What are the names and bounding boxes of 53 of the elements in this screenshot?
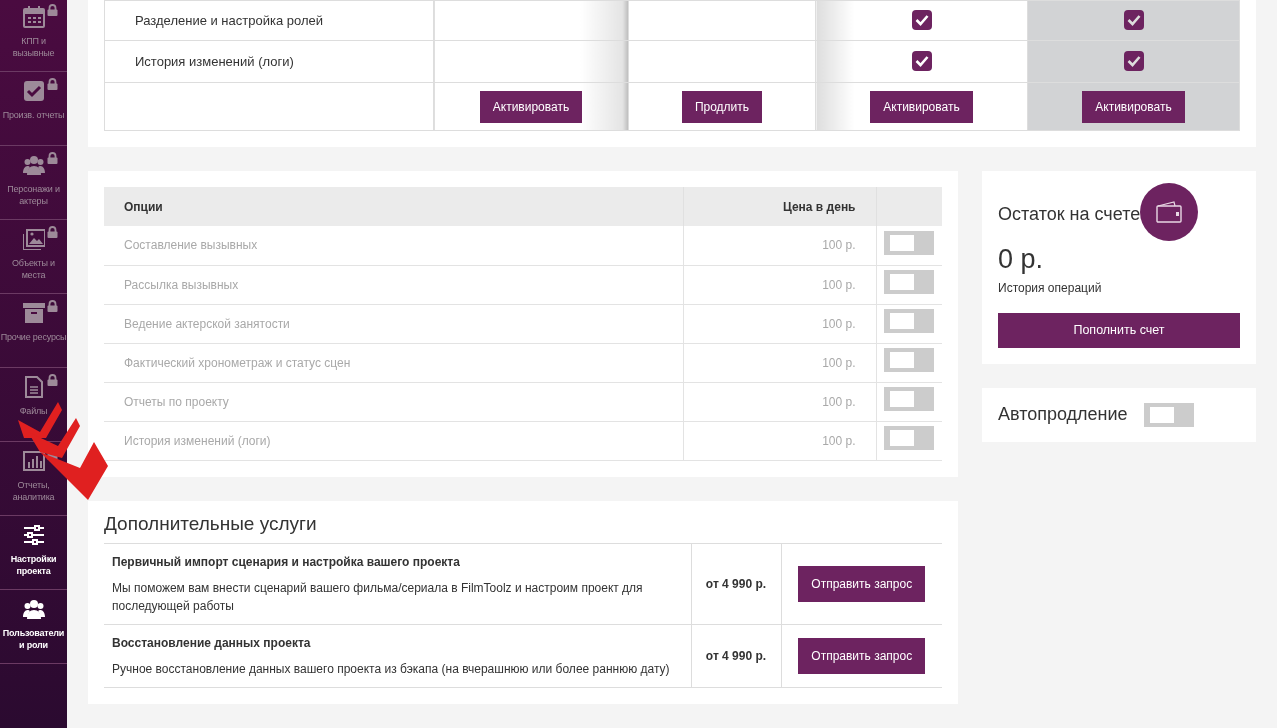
option-price: 100 р. bbox=[822, 394, 856, 409]
activate-button[interactable]: Активировать bbox=[870, 90, 973, 123]
checkbox-icon[interactable] bbox=[22, 80, 45, 102]
bar-chart-icon[interactable] bbox=[22, 450, 45, 472]
archive-box-icon[interactable] bbox=[22, 302, 45, 324]
sidebar-item[interactable]: Произв. отчеты bbox=[0, 109, 67, 121]
option-price: 100 р. bbox=[822, 355, 856, 370]
service-description: Мы поможем вам внести сценарий вашего фильма/сериала в FilmToolz и настроим проект для последующей работы bbox=[112, 580, 644, 616]
users-icon[interactable] bbox=[22, 598, 45, 620]
sidebar-item[interactable]: КПП и вызывные bbox=[0, 35, 67, 59]
toggle-switch[interactable] bbox=[1143, 402, 1194, 427]
balance-title: Остаток на счете bbox=[998, 202, 1141, 226]
sidebar-item[interactable]: Отчеты, аналитика bbox=[0, 479, 67, 503]
top-up-button[interactable]: Пополнить счет bbox=[998, 313, 1240, 348]
service-price: от 4 990 р. bbox=[705, 577, 767, 592]
service-description: Ручное восстановление данных вашего проекта из бэкапа (на вчерашнюю или более раннюю дату) bbox=[112, 661, 671, 679]
wallet-icon bbox=[1140, 183, 1199, 241]
document-icon[interactable] bbox=[22, 376, 45, 398]
activate-button[interactable]: Продлить bbox=[681, 90, 763, 123]
request-button[interactable]: Отправить запрос bbox=[798, 566, 926, 603]
activate-button[interactable]: Активировать bbox=[1082, 90, 1185, 123]
column-header: Опции bbox=[124, 199, 163, 214]
sidebar-item[interactable]: Пользователи и роли bbox=[0, 627, 67, 651]
column-header: Цена в день bbox=[783, 199, 856, 214]
option-price: 100 р. bbox=[822, 316, 856, 331]
feature-label: История изменений (логи) bbox=[135, 53, 294, 69]
image-icon[interactable] bbox=[22, 228, 45, 250]
calendar-icon[interactable] bbox=[22, 6, 45, 28]
option-name: Отчеты по проекту bbox=[124, 394, 229, 409]
feature-label: Разделение и настройка ролей bbox=[135, 12, 323, 28]
settings-icon[interactable] bbox=[22, 524, 45, 546]
option-name: Составление вызывных bbox=[124, 238, 258, 253]
sidebar-item[interactable]: Прочие ресурсы bbox=[0, 331, 67, 343]
sidebar-item[interactable]: Персонажи и актеры bbox=[0, 183, 67, 207]
section-title: Дополнительные услуги bbox=[104, 512, 318, 536]
request-button[interactable]: Отправить запрос bbox=[798, 638, 926, 675]
option-name: Ведение актерской занятости bbox=[124, 316, 290, 331]
history-link[interactable]: История операций bbox=[998, 278, 1102, 297]
service-name: Первичный импорт сценария и настройка вашего проекта bbox=[112, 554, 461, 572]
service-name: Восстановление данных проекта bbox=[112, 635, 312, 653]
option-price: 100 р. bbox=[822, 433, 856, 448]
sidebar-item[interactable]: Объекты и места bbox=[0, 257, 67, 281]
option-name: Фактический хронометраж и статус сцен bbox=[124, 355, 351, 370]
sidebar-item[interactable]: Файлы bbox=[0, 405, 67, 417]
option-price: 100 р. bbox=[822, 277, 856, 292]
activate-button[interactable]: Активировать bbox=[479, 90, 583, 123]
option-name: Рассылка вызывных bbox=[124, 277, 239, 292]
service-price: от 4 990 р. bbox=[705, 649, 767, 664]
balance-amount: 0 р. bbox=[998, 245, 1045, 275]
option-name: История изменений (логи) bbox=[124, 433, 271, 448]
autorenew-label: Автопродление bbox=[998, 403, 1128, 427]
option-price: 100 р. bbox=[822, 238, 856, 253]
sidebar-item[interactable]: Настройки проекта bbox=[0, 553, 67, 577]
